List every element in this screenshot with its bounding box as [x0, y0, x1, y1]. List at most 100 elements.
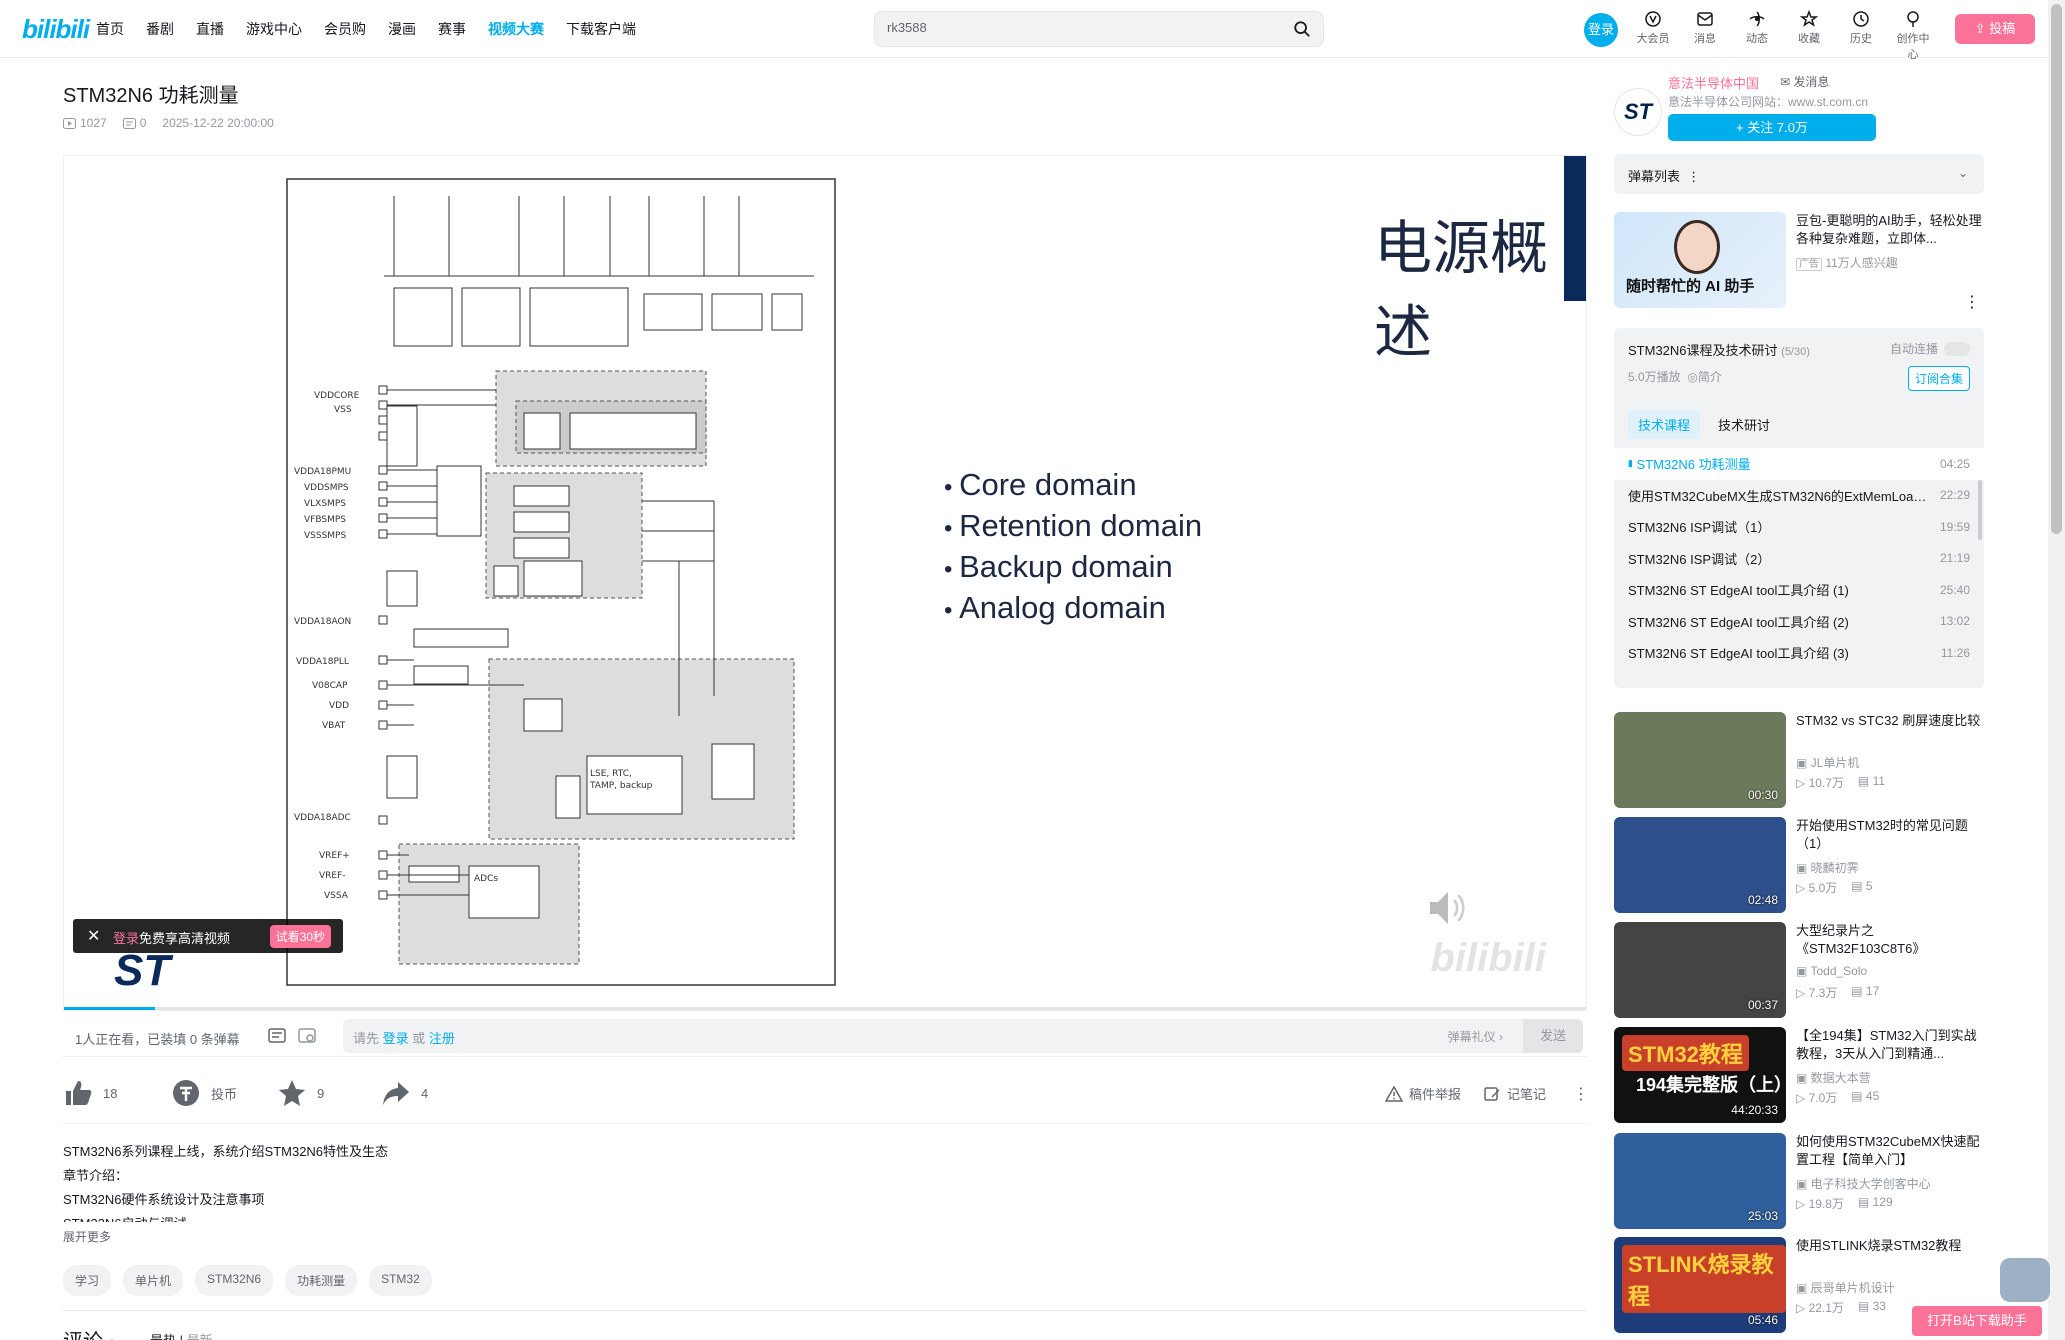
toggle-switch[interactable]	[1944, 341, 1970, 356]
danmaku-register-link[interactable]: 注册	[429, 1031, 455, 1046]
more-options-icon[interactable]: ⋮	[1573, 1084, 1589, 1104]
subscribe-collection-button[interactable]: 订阅合集	[1907, 366, 1970, 391]
recommended-video-title[interactable]: 大型纪录片之《STM32F103C8T6》	[1796, 922, 1984, 958]
recommended-video-title[interactable]: 【全194集】STM32入门到实战教程，3天从入门到精通...	[1796, 1027, 1984, 1063]
tag-item[interactable]: 功耗测量	[285, 1265, 358, 1296]
recommended-video-author[interactable]: ▣ 电子科技大学创客中心	[1796, 1175, 1931, 1192]
favorites-link[interactable]: 收藏	[1788, 10, 1830, 62]
intro-link[interactable]: 简介	[1698, 370, 1722, 384]
login-button[interactable]: 登录	[1584, 13, 1618, 47]
recommended-video-author[interactable]: ▣ 辰哥单片机设计	[1796, 1279, 1895, 1296]
speaker-icon[interactable]	[1426, 886, 1470, 930]
expand-description-link[interactable]: 展开更多	[63, 1228, 111, 1245]
recommended-video[interactable]: 00:37 大型纪录片之《STM32F103C8T6》 ▣ Todd_Solo ▷ 7…	[1614, 922, 1984, 1022]
nav-game-center[interactable]: 游戏中心	[246, 19, 302, 39]
download-helper-button[interactable]: 打开B站下载助手	[1912, 1306, 2042, 1336]
nav-video-contest[interactable]: 视频大赛	[488, 19, 544, 39]
recommended-video-title[interactable]: 如何使用STM32CubeMX快速配置工程【简单入门】	[1796, 1133, 1984, 1169]
message-link[interactable]: 消息	[1684, 10, 1726, 62]
upload-button[interactable]: ⇪ 投稿	[1955, 14, 2035, 44]
recommended-video-title[interactable]: 开始使用STM32时的常见问题（1）	[1796, 817, 1984, 853]
recommended-video[interactable]: STM32教程 194集完整版（上） 44:20:33 【全194集】STM32入门到…	[1614, 1027, 1984, 1127]
video-thumbnail[interactable]: 00:37	[1614, 922, 1786, 1018]
danmaku-send-button[interactable]: 发送	[1523, 1019, 1583, 1053]
playlist-item[interactable]: STM32N6 ISP调试（2） 21:19	[1614, 543, 1984, 575]
sort-hot[interactable]: 最热	[150, 1333, 176, 1340]
tag-item[interactable]: 学习	[63, 1265, 112, 1296]
page-scrollbar-thumb[interactable]	[2051, 4, 2062, 534]
autoplay-toggle[interactable]: 自动连播	[1890, 340, 1970, 357]
recommended-video-author[interactable]: ▣ Todd_Solo	[1796, 964, 1867, 978]
video-thumbnail[interactable]: 02:48	[1614, 817, 1786, 913]
playlist-scrollbar[interactable]	[1978, 480, 1982, 540]
danmaku-etiquette-link[interactable]: 弹幕礼仪 ›	[1448, 1028, 1503, 1045]
nav-download-client[interactable]: 下载客户端	[566, 19, 636, 39]
close-icon[interactable]: ✕	[87, 926, 100, 946]
recommended-video[interactable]: 02:48 开始使用STM32时的常见问题（1） ▣ 晓麟初霁 ▷ 5.0万 ▤ 5	[1614, 817, 1984, 917]
video-thumbnail[interactable]: STM32教程 194集完整版（上） 44:20:33	[1614, 1027, 1786, 1123]
creator-center-link[interactable]: 创作中心	[1892, 10, 1934, 62]
nav-mall[interactable]: 会员购	[324, 19, 366, 39]
playlist-item[interactable]: STM32N6 ST EdgeAI tool工具介绍 (3) 11:26	[1614, 637, 1984, 669]
danmaku-login-link[interactable]: 登录	[383, 1031, 409, 1046]
uploader-avatar[interactable]: ST	[1614, 88, 1662, 136]
try-30s-button[interactable]: 试看30秒	[269, 925, 331, 948]
video-thumbnail[interactable]: STLINK烧录教程 05:46	[1614, 1237, 1786, 1333]
recommended-video[interactable]: 25:03 如何使用STM32CubeMX快速配置工程【简单入门】 ▣ 电子科技大学…	[1614, 1133, 1984, 1233]
bilibili-logo[interactable]: bilibili	[22, 14, 90, 45]
like-button[interactable]: 18	[63, 1078, 117, 1108]
danmaku-input[interactable]: 请先 登录 或 注册 弹幕礼仪 › 发送	[343, 1019, 1583, 1053]
report-button[interactable]: 稿件举报	[1385, 1084, 1461, 1103]
coin-button[interactable]: 投币	[171, 1078, 237, 1108]
video-thumbnail[interactable]: 25:03	[1614, 1133, 1786, 1229]
ad-thumbnail[interactable]: 随时帮忙的 AI 助手	[1614, 212, 1786, 308]
recommended-video-title[interactable]: 使用STLINK烧录STM32教程	[1796, 1237, 1984, 1273]
more-options-icon[interactable]: ⋮	[1964, 292, 1980, 312]
sort-new[interactable]: 最新	[187, 1333, 213, 1340]
send-message-link[interactable]: ✉ 发消息	[1780, 73, 1829, 90]
search-box[interactable]	[874, 11, 1324, 47]
search-input[interactable]	[887, 20, 1267, 35]
vip-link[interactable]: 大会员	[1632, 10, 1674, 62]
notes-button[interactable]: 记笔记	[1483, 1084, 1546, 1103]
nav-match[interactable]: 赛事	[438, 19, 466, 39]
tag-item[interactable]: STM32N6	[195, 1265, 274, 1296]
tab-courses[interactable]: 技术课程	[1628, 410, 1701, 439]
video-player[interactable]: VDDCORE VSS VDDA18PMU VDDSMPS VLXSMPS VF…	[63, 155, 1587, 1011]
ad-title[interactable]: 豆包-更聪明的AI助手，轻松处理各种复杂难题，立即体...	[1796, 212, 1984, 248]
nav-manga[interactable]: 漫画	[388, 19, 416, 39]
tag-item[interactable]: STM32	[369, 1265, 432, 1296]
nav-home[interactable]: 首页	[96, 19, 124, 39]
history-link[interactable]: 历史	[1840, 10, 1882, 62]
recommended-video[interactable]: 00:30 STM32 vs STC32 刷屏速度比较 ▣ JL单片机 ▷ 10.7万…	[1614, 712, 1984, 812]
favorite-button[interactable]: 9	[277, 1078, 324, 1108]
danmaku-settings-icon[interactable]	[298, 1027, 316, 1045]
danmaku-toggle-icon[interactable]	[268, 1027, 286, 1045]
playlist-item[interactable]: STM32N6 ISP调试（1） 19:59	[1614, 511, 1984, 543]
playlist-item[interactable]: 使用STM32CubeMX生成STM32N6的ExtMemLoader 22:29	[1614, 480, 1984, 512]
playlist-item[interactable]: STM32N6 ST EdgeAI tool工具介绍 (1) 25:40	[1614, 574, 1984, 606]
ad-card[interactable]: 随时帮忙的 AI 助手 豆包-更聪明的AI助手，轻松处理各种复杂难题，立即体..…	[1614, 212, 1984, 312]
share-button[interactable]: 4	[381, 1078, 428, 1108]
playlist-item[interactable]: STM32N6 ST EdgeAI tool工具介绍 (2) 13:02	[1614, 606, 1984, 638]
tip-login-link[interactable]: 登录	[113, 931, 139, 946]
video-progress-bar[interactable]	[64, 1007, 1586, 1010]
recommended-video-author[interactable]: ▣ 数据大本营	[1796, 1069, 1871, 1086]
chat-icon[interactable]	[2000, 1258, 2050, 1302]
tag-item[interactable]: 单片机	[123, 1265, 184, 1296]
search-icon[interactable]	[1293, 20, 1311, 38]
recommended-video-title[interactable]: STM32 vs STC32 刷屏速度比较	[1796, 712, 1984, 748]
follow-button[interactable]: + 关注 7.0万	[1668, 114, 1876, 141]
chevron-down-icon[interactable]: ⌄	[1958, 166, 1968, 180]
danmaku-list-panel[interactable]: 弹幕列表 ⋮ ⌄	[1614, 154, 1984, 194]
playlist-title[interactable]: STM32N6课程及技术研讨 (5/30)	[1628, 340, 1810, 359]
nav-live[interactable]: 直播	[196, 19, 224, 39]
uploader-name[interactable]: 意法半导体中国	[1668, 73, 1759, 92]
nav-anime[interactable]: 番剧	[146, 19, 174, 39]
playlist-item[interactable]: ▮ STM32N6 功耗测量 04:25	[1614, 448, 1984, 480]
recommended-video-author[interactable]: ▣ 晓麟初霁	[1796, 859, 1859, 876]
video-thumbnail[interactable]: 00:30	[1614, 712, 1786, 808]
tab-seminars[interactable]: 技术研讨	[1708, 410, 1780, 439]
dynamic-link[interactable]: 动态	[1736, 10, 1778, 62]
recommended-video-author[interactable]: ▣ JL单片机	[1796, 754, 1859, 771]
